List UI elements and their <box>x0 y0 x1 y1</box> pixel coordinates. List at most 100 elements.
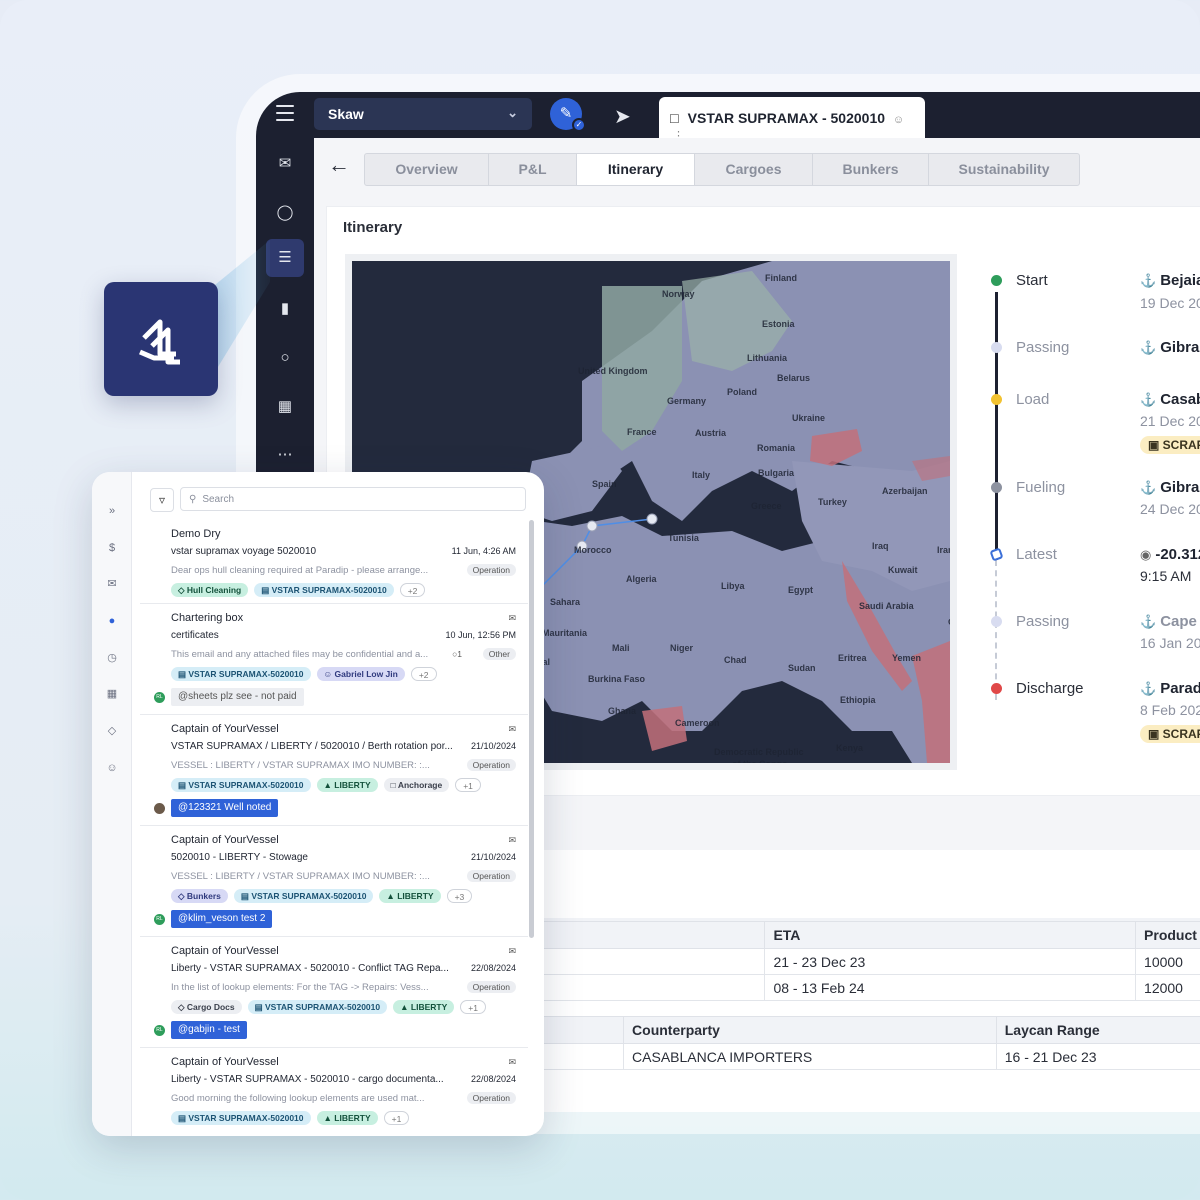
tab-bunkers[interactable]: Bunkers <box>813 154 929 185</box>
back-arrow-icon[interactable]: ← <box>328 152 350 178</box>
stop-date: 16 Jan 20 <box>1140 635 1200 651</box>
dollar-icon[interactable]: $ <box>102 538 122 558</box>
map-label: Kuwait <box>888 565 918 575</box>
stop-port[interactable]: ⚓ Bejaia <box>1140 272 1200 289</box>
stop-port[interactable]: ⚓Gibralta <box>1140 479 1200 496</box>
mail-sender: Captain of YourVessel <box>171 1056 279 1068</box>
stop-port[interactable]: ⚓Cape O <box>1140 613 1200 630</box>
mail-tag[interactable]: □ Anchorage <box>383 778 450 792</box>
mail-note[interactable]: @klim_veson test 2 <box>171 910 273 928</box>
compose-button[interactable]: ✎ ✓ <box>550 98 586 132</box>
inbox-panel: » $ ✉ ● ◷ ▦ ◇ ☺ ▿ ⚲ Search Demo Dry vstar … <box>92 472 544 1136</box>
mail-date: 22/08/2024 <box>470 963 516 973</box>
mail-icon[interactable]: ✉ <box>266 145 304 183</box>
mail-note[interactable]: @sheets plz see - not paid <box>171 688 304 706</box>
mail-tag[interactable]: +3 <box>446 889 473 903</box>
mail-note[interactable]: @gabjin - test <box>171 1021 247 1039</box>
workspace-select[interactable]: Skaw ⌄ <box>314 98 532 130</box>
fingerprint-icon[interactable]: ◯ <box>266 194 304 232</box>
stop-port[interactable]: ⚓Gibralta <box>1140 339 1200 356</box>
map-label: Algeria <box>626 574 657 584</box>
chat-icon[interactable]: ● <box>102 611 122 631</box>
chat-icon[interactable]: ○ <box>266 339 304 377</box>
mail-tag[interactable]: ◇ Bunkers <box>171 889 228 903</box>
eta-cell: 08 - 13 Feb 24 <box>764 974 1137 1001</box>
tag-icon[interactable]: ◇ <box>102 721 122 741</box>
mail-icon[interactable]: ✉ <box>102 574 122 594</box>
tab-cargoes[interactable]: Cargoes <box>695 154 813 185</box>
more-icon[interactable]: ⋯ <box>266 436 304 474</box>
category-badge: Operation <box>466 564 516 576</box>
map-label: Ukraine <box>792 413 826 423</box>
expand-icon[interactable]: » <box>102 501 122 521</box>
mail-preview: VESSEL : LIBERTY / VSTAR SUPRAMAX IMO NU… <box>171 871 430 882</box>
mail-tags: ▤ VSTAR SUPRAMAX-5020010 ☺ Gabriel Low Ji… <box>171 667 437 681</box>
navigation-icon[interactable]: ➤ <box>614 104 631 129</box>
attachment-icon: ✉ <box>508 613 516 623</box>
voyages-icon[interactable]: ☰ <box>266 239 304 277</box>
mail-tag[interactable]: ◇ Hull Cleaning <box>171 583 249 597</box>
mail-tag[interactable]: +2 <box>399 583 426 597</box>
bar-chart-icon[interactable]: ▮ <box>266 290 304 328</box>
mail-subject: Liberty - VSTAR SUPRAMAX - 5020010 - car… <box>171 1074 444 1085</box>
passing-dot <box>991 342 1002 353</box>
map-label: Tunisia <box>668 533 699 543</box>
map-label: Saudi Arabia <box>859 601 914 611</box>
mail-item[interactable]: Captain of YourVessel ✉ Liberty - VSTAR SU… <box>140 937 528 1048</box>
mail-date: 11 Jun, 4:26 AM <box>451 546 516 556</box>
filter-button[interactable]: ▿ <box>150 488 174 512</box>
mail-tag[interactable]: ▲ LIBERTY <box>379 889 441 903</box>
scrollbar[interactable] <box>529 520 534 938</box>
mail-tag[interactable]: ▤ VSTAR SUPRAMAX-5020010 <box>171 1111 311 1125</box>
map-label: Eritrea <box>838 653 867 663</box>
mail-tags: ◇ Cargo Docs ▤ VSTAR SUPRAMAX-5020010 ▲ LI… <box>171 1000 486 1014</box>
tab-overview[interactable]: Overview <box>365 154 489 185</box>
mail-tag[interactable]: ▤ VSTAR SUPRAMAX-5020010 <box>233 889 374 903</box>
cargo-badge: ▣ SCRAP <box>1140 725 1200 743</box>
stop-position[interactable]: ◉-20.312 <box>1140 546 1200 563</box>
mail-tag[interactable]: ▲ LIBERTY <box>316 778 378 792</box>
mail-tag[interactable]: ▤ VSTAR SUPRAMAX-5020010 <box>171 667 311 681</box>
stop-port[interactable]: ⚓Casabla <box>1140 391 1200 408</box>
search-input[interactable]: ⚲ Search <box>180 487 526 511</box>
mail-item[interactable]: Captain of YourVessel ✉ Liberty - VSTAR SU… <box>140 1048 528 1136</box>
mail-tag[interactable]: ▤ VSTAR SUPRAMAX-5020010 <box>171 778 311 792</box>
clock-icon[interactable]: ◷ <box>102 648 122 668</box>
tab-itinerary[interactable]: Itinerary <box>577 154 695 185</box>
tab-sustainability[interactable]: Sustainability <box>929 154 1079 185</box>
mail-tag[interactable]: ◇ Cargo Docs <box>171 1000 242 1014</box>
mail-item[interactable]: Captain of YourVessel ✉ VSTAR SUPRAMAX / L… <box>140 715 528 826</box>
stop-port[interactable]: ⚓Paradip <box>1140 680 1200 697</box>
stop-label: Load <box>1016 391 1050 408</box>
mail-sender: Captain of YourVessel <box>171 723 279 735</box>
mail-tag[interactable]: ▤ VSTAR SUPRAMAX-5020010 <box>254 583 394 597</box>
fueling-dot <box>991 482 1002 493</box>
calendar-icon[interactable]: ▦ <box>266 388 304 426</box>
table-row[interactable]: CASABLANCA IMPORTERS 16 - 21 Dec 23 <box>506 1043 1200 1070</box>
tab-pnl[interactable]: P&L <box>489 154 577 185</box>
vessel-tab[interactable]: ☐ VSTAR SUPRAMAX - 5020010 ☺ ⋮ <box>659 97 925 142</box>
mail-note[interactable]: @123321 Well noted <box>171 799 279 817</box>
mail-tags: ◇ Hull Cleaning ▤ VSTAR SUPRAMAX-5020010 +… <box>171 583 426 597</box>
mail-tag[interactable]: ▲ LIBERTY <box>393 1000 455 1014</box>
mail-tag[interactable]: +1 <box>383 1111 410 1125</box>
comment-count: ○1 <box>452 649 462 659</box>
mail-tag[interactable]: +2 <box>410 667 437 681</box>
mail-item[interactable]: Demo Dry vstar supramax voyage 5020010 11 … <box>140 520 528 604</box>
mail-tag[interactable]: +1 <box>460 1000 486 1014</box>
briefcase-icon[interactable]: ▦ <box>102 684 122 704</box>
mail-tag[interactable]: ☺ Gabriel Low Jin <box>316 667 405 681</box>
menu-icon[interactable] <box>276 105 294 121</box>
table-row[interactable]: 08 - 13 Feb 24 12000 <box>506 974 1200 1001</box>
users-icon[interactable]: ☺ <box>102 758 122 778</box>
mail-tags: ◇ Bunkers ▤ VSTAR SUPRAMAX-5020010 ▲ LIBER… <box>171 889 473 903</box>
mail-tag[interactable]: ▤ VSTAR SUPRAMAX-5020010 <box>247 1000 388 1014</box>
start-dot <box>991 275 1002 286</box>
mail-item[interactable]: Captain of YourVessel ✉ 5020010 - LIBERTY … <box>140 826 528 937</box>
mail-tag[interactable]: +1 <box>455 778 481 792</box>
mail-item[interactable]: Chartering box ✉ certificates 10 Jun, 12:56… <box>140 604 528 715</box>
table-row[interactable]: 21 - 23 Dec 23 10000 <box>506 948 1200 975</box>
anchor-icon: ⚓ <box>1140 273 1157 288</box>
mail-tag[interactable]: ▲ LIBERTY <box>316 1111 378 1125</box>
map-label: Ghana <box>608 706 637 716</box>
